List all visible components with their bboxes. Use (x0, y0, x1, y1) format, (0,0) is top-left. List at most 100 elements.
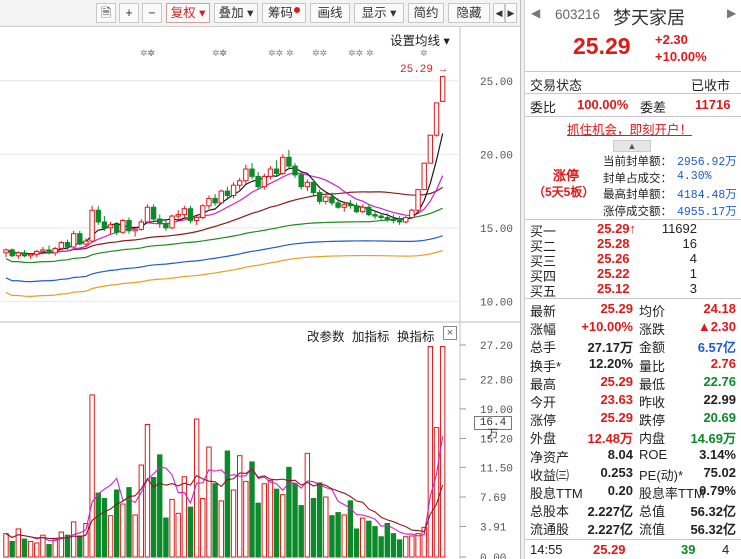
switch-indicator-button[interactable]: 换指标 (397, 326, 435, 345)
event-marker[interactable]: ✲✲ (312, 48, 327, 59)
volume-bar (169, 498, 175, 558)
edit-params-button[interactable]: 改参数 (307, 326, 345, 345)
stat-value: 27.17万 (587, 340, 633, 356)
chip-button[interactable]: 筹码 (262, 3, 306, 23)
zoom-in-icon[interactable]: + (119, 3, 139, 23)
candle-body (3, 249, 9, 254)
kline-chart-area[interactable]: 🗎 + − 复权 ▾ 叠加 ▾ 筹码 画线 显示 ▾ 简约 隐藏 ◀ ▶ 25.… (0, 0, 520, 559)
simple-button[interactable]: 简约 (408, 3, 444, 23)
volume-bar (292, 483, 298, 558)
limit-stat-label: 最高封单额： (603, 189, 672, 201)
trade-status-label: 交易状态 (530, 78, 583, 93)
candle-body (34, 250, 40, 255)
candle (335, 198, 341, 209)
bid-price: 25.26 (597, 251, 630, 266)
prev-stock-icon[interactable]: ◀ (531, 6, 540, 20)
scroll-right-icon[interactable]: ▶ (505, 3, 517, 23)
event-marker[interactable]: ✲ (366, 48, 374, 59)
display-button[interactable]: 显示 ▾ (354, 3, 404, 23)
open-account-link[interactable]: 抓住机会，即刻开户！ (567, 119, 692, 138)
event-marker[interactable]: ✲ (420, 48, 428, 59)
next-stock-icon[interactable]: ▶ (727, 6, 736, 20)
stat-value: 22.99 (703, 392, 736, 407)
tick-count: 4 (722, 542, 730, 557)
event-marker[interactable]: ✲✲ (348, 48, 363, 59)
price-tick-label: 20.00 (480, 150, 513, 162)
candle-body (341, 203, 347, 208)
candle-body (77, 233, 83, 245)
zoom-out-icon[interactable]: − (142, 3, 162, 23)
candle-body (187, 208, 194, 221)
bid-price: 25.29↑ (597, 221, 637, 236)
draw-line-button[interactable]: 画线 (310, 3, 350, 23)
candle (34, 249, 40, 258)
volume-bar (384, 522, 391, 558)
candle-body (310, 181, 317, 194)
limit-stat-row: 封单占成交： 4.30% (525, 170, 741, 188)
close-indicator-icon[interactable]: × (443, 326, 457, 340)
candle (15, 251, 22, 259)
candle-body (378, 215, 384, 219)
volume-bar (310, 498, 317, 558)
price-change-pct: +10.00% (655, 49, 707, 64)
candle (3, 248, 9, 258)
stat-value: 56.32亿 (690, 504, 736, 520)
hide-button[interactable]: 隐藏 (448, 3, 490, 23)
stock-name: 梦天家居 (613, 8, 685, 28)
overlay-button[interactable]: 叠加 ▾ (214, 3, 258, 23)
volume-bar (132, 514, 138, 558)
candle-body (243, 168, 249, 182)
volume-bar (378, 536, 384, 558)
ma-setting-button[interactable]: 设置均线 ▾ (390, 30, 450, 49)
bid-row[interactable]: 买五 25.12 3 (525, 281, 741, 299)
stat-label: 均价 (639, 304, 666, 319)
volume-bar (298, 505, 304, 558)
event-marker[interactable]: ✲✲ (268, 48, 283, 59)
candle-body (58, 242, 65, 249)
candle-body (323, 196, 329, 202)
scroll-left-icon[interactable]: ◀ (493, 3, 505, 23)
doc-icon[interactable]: 🗎 (96, 3, 116, 23)
candle-body (360, 206, 366, 213)
ma-line-yellow (5, 249, 443, 297)
candle (70, 230, 77, 249)
volume-bar (107, 515, 114, 558)
stat-label: 流通股 (530, 522, 570, 538)
candle-body (21, 252, 28, 257)
candle (9, 248, 15, 258)
candle-body (224, 190, 231, 196)
candle-body (144, 206, 151, 223)
candle (390, 214, 397, 224)
kline-plot[interactable]: 25.0020.0015.0010.0027.2022.8019.0015.20… (0, 27, 520, 559)
candle (138, 219, 145, 231)
event-marker[interactable]: ✲ (219, 48, 227, 59)
candle (200, 204, 206, 220)
tick-price: 25.29 (593, 542, 626, 557)
fuquan-button[interactable]: 复权 ▾ (166, 3, 210, 23)
candle (237, 177, 243, 190)
weibi-label: 委比 (530, 100, 557, 115)
volume-tick-label: 7.69 (480, 493, 506, 505)
volume-bar (273, 488, 280, 558)
candle (396, 216, 403, 225)
volume-bar (353, 528, 360, 558)
candle (150, 204, 157, 222)
event-marker[interactable]: ✲ (147, 48, 155, 59)
volume-bar (366, 520, 372, 558)
candle (267, 166, 274, 180)
candle (95, 205, 101, 225)
weibi-row: 委比 100.00% 委差 11716 (525, 97, 741, 115)
candle-body (273, 168, 280, 174)
collapse-icon[interactable]: ▲ (613, 140, 651, 152)
candle (421, 162, 427, 191)
candle (212, 194, 218, 206)
candle-body (372, 214, 378, 217)
candle-body (138, 221, 145, 230)
event-marker[interactable]: ✲ (286, 48, 294, 59)
candle-body (390, 218, 397, 221)
candle (439, 75, 446, 102)
candle (243, 164, 249, 184)
volume-bar (138, 464, 145, 558)
add-indicator-button[interactable]: 加指标 (352, 326, 390, 345)
candle-body (409, 209, 415, 219)
